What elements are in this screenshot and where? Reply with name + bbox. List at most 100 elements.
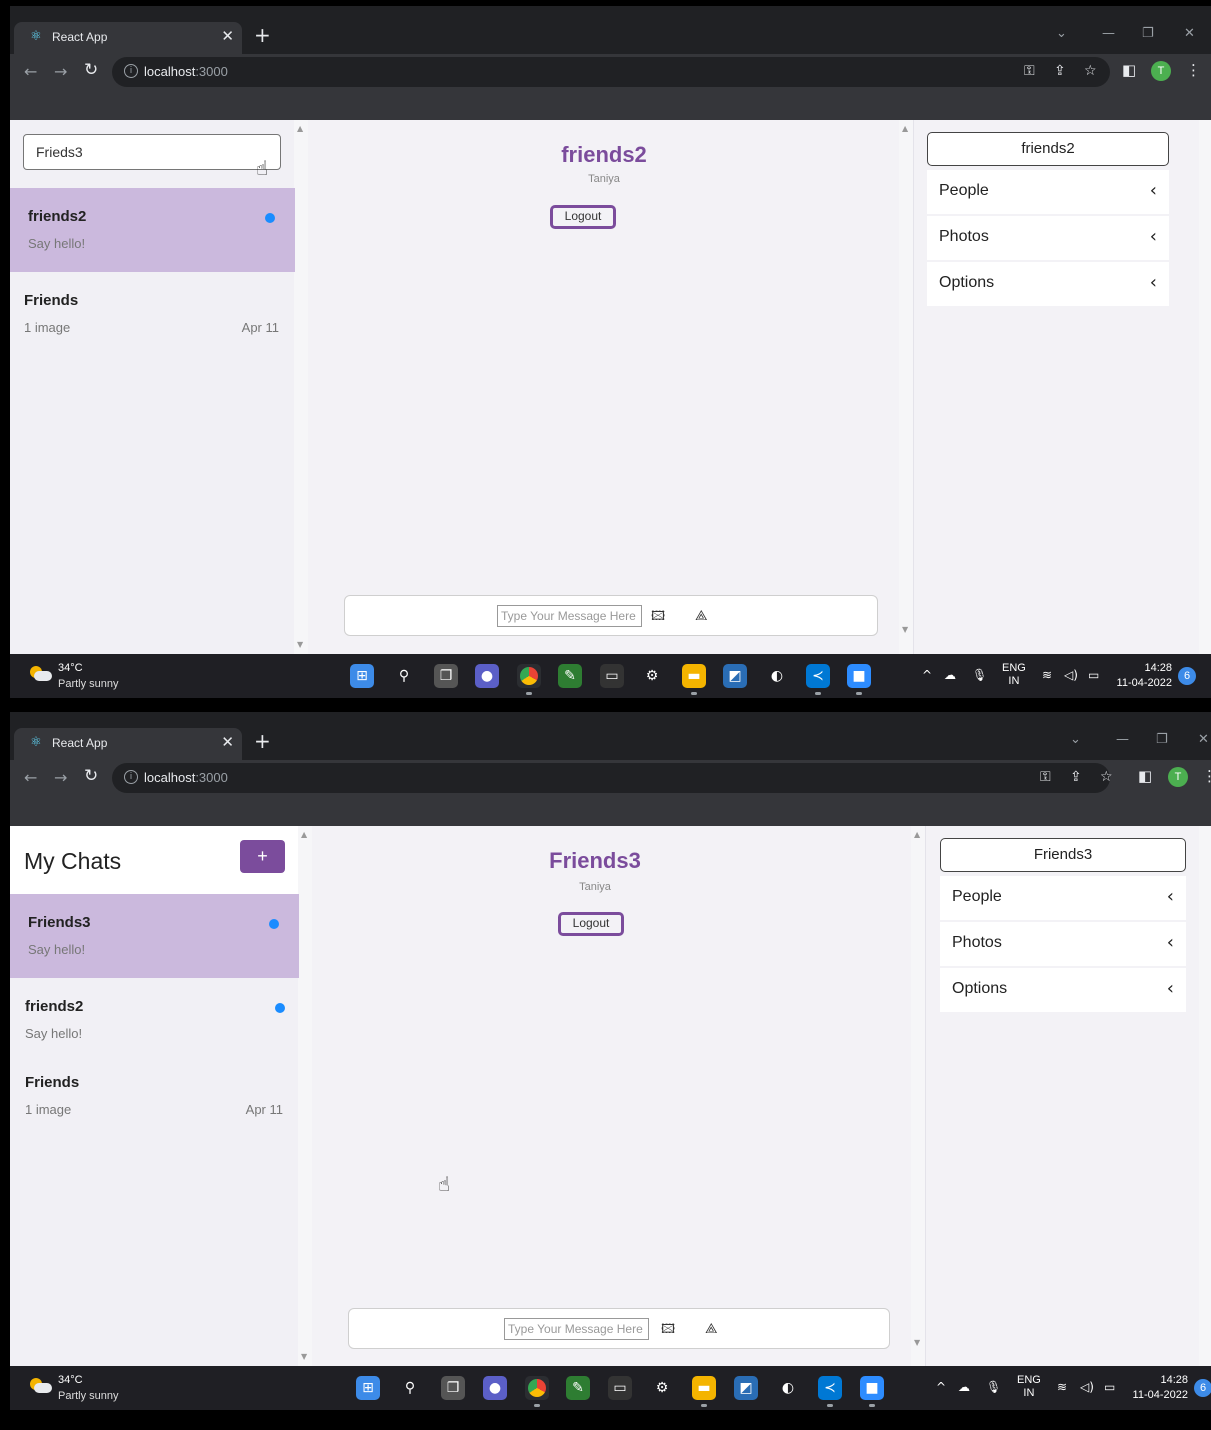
new-tab-icon[interactable]: + xyxy=(254,729,271,753)
battery-icon[interactable]: ▭ xyxy=(1088,668,1099,682)
eclipse-icon[interactable]: ◐ xyxy=(765,664,789,688)
forward-icon[interactable]: → xyxy=(54,768,67,787)
scroll-down-icon[interactable]: ▼ xyxy=(297,640,303,649)
profile-avatar[interactable]: T xyxy=(1151,61,1171,81)
tab-search-icon[interactable]: ⌄ xyxy=(1056,26,1067,41)
file-explorer-icon[interactable]: ▬ xyxy=(682,664,706,695)
close-tab-icon[interactable]: ✕ xyxy=(221,733,234,751)
settings-people[interactable]: People ‹ xyxy=(927,170,1169,214)
teams-chat-icon[interactable]: ● xyxy=(483,1376,507,1400)
message-input[interactable]: Type Your Message Here xyxy=(504,1318,649,1340)
site-info-icon[interactable]: i xyxy=(124,770,138,784)
bookmark-star-icon[interactable]: ☆ xyxy=(1084,63,1097,79)
chat-card[interactable]: friends2 Say hello! xyxy=(10,978,299,1062)
search-input[interactable]: Frieds3 xyxy=(23,134,281,170)
task-view-icon[interactable]: ❐ xyxy=(441,1376,465,1400)
menu-icon[interactable]: ⋮ xyxy=(1186,61,1201,79)
scroll-up-icon[interactable]: ▲ xyxy=(914,830,920,839)
chat-list-scrollbar[interactable]: ▲ ▼ xyxy=(294,120,308,654)
back-icon[interactable]: ← xyxy=(24,768,37,787)
browser-tab[interactable]: ⚛ React App ✕ xyxy=(14,728,242,760)
task-view-icon[interactable]: ❐ xyxy=(434,664,458,688)
settings-options[interactable]: Options ‹ xyxy=(940,968,1186,1012)
terminal-icon[interactable]: ▭ xyxy=(608,1376,632,1400)
settings-options[interactable]: Options ‹ xyxy=(927,262,1169,306)
zoom-icon[interactable]: ■ xyxy=(847,664,871,695)
search-icon[interactable]: ⚲ xyxy=(392,664,416,688)
chat-card[interactable]: Friends3 Say hello! xyxy=(10,894,299,978)
onedrive-icon[interactable]: ☁ xyxy=(944,668,956,682)
address-bar[interactable]: i localhost:3000 ⚿ ⇪ ☆ xyxy=(112,57,1110,87)
settings-icon[interactable]: ⚙ xyxy=(650,1376,674,1400)
restore-icon[interactable]: ❐ xyxy=(1142,26,1154,41)
chat-card[interactable]: Friends 1 image Apr 11 xyxy=(10,272,295,356)
minimize-icon[interactable]: — xyxy=(1116,732,1129,747)
send-icon[interactable]: ⟁ xyxy=(705,1320,718,1337)
eclipse-icon[interactable]: ◐ xyxy=(776,1376,800,1400)
share-icon[interactable]: ⇪ xyxy=(1070,769,1082,785)
vscode-icon[interactable]: ≺ xyxy=(818,1376,842,1407)
show-hidden-icons-icon[interactable]: ^ xyxy=(936,1380,946,1394)
window-close-icon[interactable]: ✕ xyxy=(1198,732,1209,747)
side-panel-icon[interactable]: ◧ xyxy=(1122,61,1136,79)
clock-date[interactable]: 11-04-2022 xyxy=(1112,677,1172,689)
wifi-icon[interactable]: ≋ xyxy=(1042,668,1052,682)
picture-upload-icon[interactable]: 🖾 xyxy=(651,607,665,629)
database-tool-icon[interactable]: ◩ xyxy=(734,1376,758,1400)
browser-tab[interactable]: ⚛ React App ✕ xyxy=(14,22,242,54)
share-icon[interactable]: ⇪ xyxy=(1054,63,1066,79)
send-icon[interactable]: ⟁ xyxy=(695,607,708,624)
settings-scrollbar[interactable] xyxy=(1199,120,1211,654)
teams-chat-icon[interactable]: ● xyxy=(475,664,499,688)
clock-date[interactable]: 11-04-2022 xyxy=(1128,1389,1188,1401)
microphone-icon[interactable]: 🎙 xyxy=(986,1380,1001,1394)
scroll-up-icon[interactable]: ▲ xyxy=(301,830,307,839)
bookmark-star-icon[interactable]: ☆ xyxy=(1100,769,1113,785)
language-indicator[interactable]: ENG IN xyxy=(1017,1374,1041,1400)
new-chat-button[interactable]: + xyxy=(240,840,285,873)
reload-icon[interactable]: ↻ xyxy=(84,60,98,80)
zoom-icon[interactable]: ■ xyxy=(860,1376,884,1407)
chat-card[interactable]: friends2 Say hello! xyxy=(10,188,295,272)
scroll-down-icon[interactable]: ▼ xyxy=(914,1338,920,1347)
minimize-icon[interactable]: — xyxy=(1102,26,1115,41)
chrome-icon[interactable] xyxy=(517,664,541,695)
back-icon[interactable]: ← xyxy=(24,62,37,81)
settings-icon[interactable]: ⚙ xyxy=(640,664,664,688)
reload-icon[interactable]: ↻ xyxy=(84,766,98,786)
settings-photos[interactable]: Photos ‹ xyxy=(940,922,1186,966)
close-tab-icon[interactable]: ✕ xyxy=(221,27,234,45)
restore-icon[interactable]: ❐ xyxy=(1156,732,1168,747)
key-icon[interactable]: ⚿ xyxy=(1040,769,1051,785)
search-icon[interactable]: ⚲ xyxy=(398,1376,422,1400)
settings-photos[interactable]: Photos ‹ xyxy=(927,216,1169,260)
scroll-up-icon[interactable]: ▲ xyxy=(297,124,303,133)
settings-people[interactable]: People ‹ xyxy=(940,876,1186,920)
key-icon[interactable]: ⚿ xyxy=(1024,63,1035,79)
chat-feed-scrollbar[interactable]: ▲ ▼ xyxy=(899,120,913,654)
show-hidden-icons-icon[interactable]: ^ xyxy=(922,668,932,682)
menu-icon[interactable]: ⋮ xyxy=(1202,767,1211,785)
microphone-icon[interactable]: 🎙 xyxy=(972,668,987,682)
volume-icon[interactable]: ◁) xyxy=(1064,668,1078,682)
image-editor-icon[interactable]: ✎ xyxy=(566,1376,590,1400)
chat-list-scrollbar[interactable]: ▲ ▼ xyxy=(298,826,312,1366)
file-explorer-icon[interactable]: ▬ xyxy=(692,1376,716,1407)
database-tool-icon[interactable]: ◩ xyxy=(723,664,747,688)
start-icon[interactable]: ⊞ xyxy=(356,1376,380,1400)
scroll-down-icon[interactable]: ▼ xyxy=(902,625,908,634)
new-tab-icon[interactable]: + xyxy=(254,23,271,47)
notification-badge[interactable]: 6 xyxy=(1194,1379,1211,1397)
start-icon[interactable]: ⊞ xyxy=(350,664,374,688)
chrome-icon[interactable] xyxy=(525,1376,549,1407)
forward-icon[interactable]: → xyxy=(54,62,67,81)
message-input[interactable]: Type Your Message Here xyxy=(497,605,642,627)
site-info-icon[interactable]: i xyxy=(124,64,138,78)
tab-search-icon[interactable]: ⌄ xyxy=(1070,732,1081,747)
clock-time[interactable]: 14:28 xyxy=(1128,1374,1188,1386)
profile-avatar[interactable]: T xyxy=(1168,767,1188,787)
logout-button[interactable]: Logout xyxy=(558,912,624,936)
side-panel-icon[interactable]: ◧ xyxy=(1138,767,1152,785)
scroll-up-icon[interactable]: ▲ xyxy=(902,124,908,133)
address-bar[interactable]: i localhost:3000 ⚿ ⇪ ☆ xyxy=(112,763,1113,793)
